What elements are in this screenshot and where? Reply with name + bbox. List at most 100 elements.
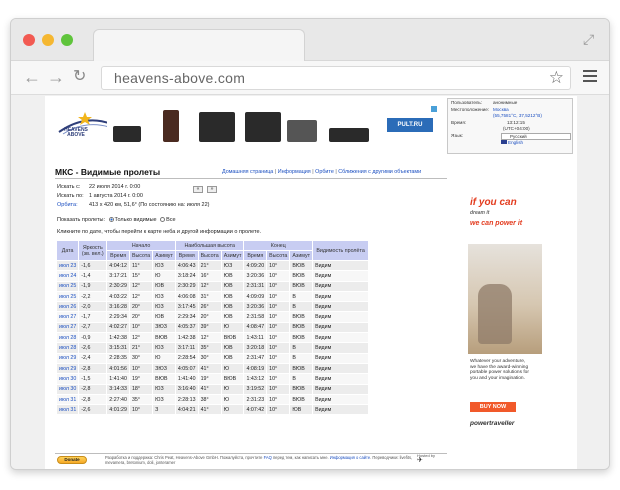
table-cell: ВЮВ (220, 373, 245, 385)
page-title: МКС - Видимые пролеты (55, 167, 161, 177)
table-cell: 4:09:09 (243, 290, 268, 303)
hamburger-menu-icon[interactable] (583, 70, 597, 85)
table-cell: ЮВ (220, 290, 245, 303)
donate-button[interactable]: Donate (57, 456, 87, 464)
table-row[interactable]: июл 27 -2,7 4:02:27 10° ЗЮЗ 4:05:37 39° Ю 4:08:4… (55, 321, 370, 334)
table-cell: 10° (128, 321, 154, 334)
ad-buy-now-button[interactable]: BUY NOW (470, 402, 516, 412)
table-cell: 10° (266, 311, 291, 323)
table-cell: 10° (266, 259, 291, 272)
subheader-2: Азимут (152, 250, 176, 261)
table-cell: Ю (220, 383, 245, 395)
table-cell: 4:05:37 (174, 321, 199, 334)
location-coords[interactable]: (55,7581°С, 37,5212°В) (493, 113, 542, 120)
url-text: heavens-above.com (114, 70, 246, 86)
radio-all[interactable] (160, 217, 166, 222)
pass-date-link[interactable]: июл 24 (55, 270, 80, 282)
table-row[interactable]: июл 25 -2,2 4:03:22 12° ЮЗ 4:06:08 31° ЮВ 4:09:0… (55, 290, 370, 303)
table-row[interactable]: июл 24 -1,4 3:17:21 15° Ю 3:18:24 16° ЮВ 3:20:36… (55, 270, 370, 282)
table-row[interactable]: июл 30 -1,5 1:41:40 19° ВЮВ 1:41:40 19° ВЮВ 1:43… (55, 373, 370, 385)
bookmark-star-icon[interactable]: ☆ (549, 68, 564, 88)
table-row[interactable]: июл 31 -2,6 4:01:29 10° З 4:04:21 41° Ю 4:07:42 1… (55, 404, 370, 416)
table-cell: 2:28:13 (174, 393, 199, 406)
table-row[interactable]: июл 31 -2,8 2:27:40 35° ЮЗ 2:28:13 38° Ю 2:31:23… (55, 393, 370, 406)
table-row[interactable]: июл 25 -1,9 2:30:29 12° ЮВ 2:30:29 12° ЮВ 2:31:3… (55, 280, 370, 292)
table-cell: ЮЗ (220, 259, 245, 272)
orbit-link[interactable]: Орбита: (57, 202, 89, 208)
table-cell: -1,4 (78, 270, 108, 282)
expand-icon[interactable]: ⤢ (583, 32, 597, 46)
table-row[interactable]: июл 30 -2,8 3:14:33 18° ЮЗ 3:16:40 41° Ю 3:19:52… (55, 383, 370, 395)
language-english-link[interactable]: English (501, 139, 524, 147)
nav-info-link[interactable]: Информация (278, 169, 311, 175)
pass-date-link[interactable]: июл 27 (55, 311, 80, 323)
table-row[interactable]: июл 28 -0,9 1:42:38 12° ВЮВ 1:42:38 12° ВЮВ 1:43… (55, 332, 370, 344)
table-cell: Видим (312, 342, 370, 354)
show-passes-label: Показать пролеты: (57, 217, 105, 223)
table-cell: ВЮВ (152, 332, 176, 344)
top-ad-banner[interactable]: PULT.RU (107, 106, 437, 146)
table-cell: 10° (266, 301, 291, 313)
browser-tab[interactable] (93, 29, 305, 62)
pass-date-link[interactable]: июл 28 (55, 342, 80, 354)
pass-date-link[interactable]: июл 28 (55, 332, 80, 344)
pass-date-link[interactable]: июл 27 (55, 321, 80, 334)
pass-date-link[interactable]: июл 26 (55, 301, 80, 313)
nav-approaches-link[interactable]: Сближения с другими объектами (338, 169, 421, 175)
search-to-row: Искать по: 1 августа 2014 г. 0:00 (57, 193, 143, 199)
header-magnitude[interactable]: Яркость (зв. вел.) (78, 240, 108, 261)
table-cell: -2,4 (78, 352, 108, 364)
english-label: English (508, 139, 524, 145)
nav-orbit-link[interactable]: Орбите (315, 169, 334, 175)
table-row[interactable]: июл 26 -2,0 3:16:28 20° ЮЗ 3:17:45 26° ЮВ 3:20:3… (55, 301, 370, 313)
pass-date-link[interactable]: июл 25 (55, 280, 80, 292)
show-passes-row: Показать пролеты: Только видимые Все (57, 217, 176, 223)
table-cell: -1,7 (78, 311, 108, 323)
table-cell: 4:03:22 (106, 290, 130, 303)
maximize-window-button[interactable] (61, 34, 73, 46)
pass-date-link[interactable]: июл 29 (55, 352, 80, 364)
ad-product-speaker-set-2 (245, 112, 281, 142)
table-cell: 35° (128, 393, 154, 406)
pass-date-link[interactable]: июл 30 (55, 373, 80, 385)
address-bar[interactable]: heavens-above.com ☆ (101, 66, 571, 90)
adchoices-icon[interactable] (431, 106, 437, 112)
pass-date-link[interactable]: июл 31 (55, 393, 80, 406)
site-info-link[interactable]: Информация о сайте (330, 455, 370, 460)
table-cell: -2,6 (78, 404, 108, 416)
table-cell: 16° (197, 270, 222, 282)
table-cell: 4:04:12 (106, 259, 130, 272)
table-cell: 10° (266, 373, 291, 385)
back-arrow-icon[interactable]: ← (23, 67, 41, 87)
table-row[interactable]: июл 29 -2,4 2:28:35 30° Ю 2:28:54 30° ЮВ 2:31:47… (55, 352, 370, 364)
table-row[interactable]: июл 28 -2,6 3:15:31 21° ЮЗ 3:17:11 35° ЮВ 3:20:1… (55, 342, 370, 354)
close-window-button[interactable] (23, 34, 35, 46)
right-ad-powertraveller[interactable]: if you can dream it we can power it What… (468, 192, 542, 432)
next-period-button[interactable]: » (207, 186, 217, 193)
table-row[interactable]: июл 23 -1,6 4:04:12 11° ЮЗ 4:06:43 21° ЮЗ 4:09:2… (55, 259, 370, 272)
table-row[interactable]: июл 29 -2,8 4:01:56 10° ЗЮЗ 4:05:07 41° Ю 4:08:1… (55, 362, 370, 375)
reload-icon[interactable]: ↻ (73, 67, 86, 87)
pass-date-link[interactable]: июл 31 (55, 404, 80, 416)
pass-date-link[interactable]: июл 25 (55, 290, 80, 303)
prev-period-button[interactable]: « (193, 186, 203, 193)
pass-date-link[interactable]: июл 23 (55, 259, 80, 272)
minimize-window-button[interactable] (42, 34, 54, 46)
pass-date-link[interactable]: июл 29 (55, 362, 80, 375)
location-link[interactable]: Москва (493, 107, 509, 114)
nav-home-link[interactable]: Домашняя страница (222, 169, 273, 175)
ad-product-turntable (287, 120, 317, 142)
table-cell: 10° (266, 332, 291, 344)
forward-arrow-icon[interactable]: → (47, 67, 65, 87)
table-cell: -2,0 (78, 301, 108, 313)
time-value: 13:12:15 (507, 119, 525, 125)
faq-link[interactable]: FAQ (264, 455, 272, 460)
footer-divider (55, 453, 447, 454)
hosted-by[interactable]: Hosted by ✈ (417, 453, 435, 463)
header-date[interactable]: Дата (55, 240, 80, 261)
table-cell: 21° (197, 259, 222, 272)
table-cell: ЮЗ (152, 383, 176, 395)
radio-visible-only[interactable] (108, 217, 114, 222)
table-row[interactable]: июл 27 -1,7 2:29:34 20° ЮВ 2:29:34 20° ЮВ 2:31:5… (55, 311, 370, 323)
pass-date-link[interactable]: июл 30 (55, 383, 80, 395)
